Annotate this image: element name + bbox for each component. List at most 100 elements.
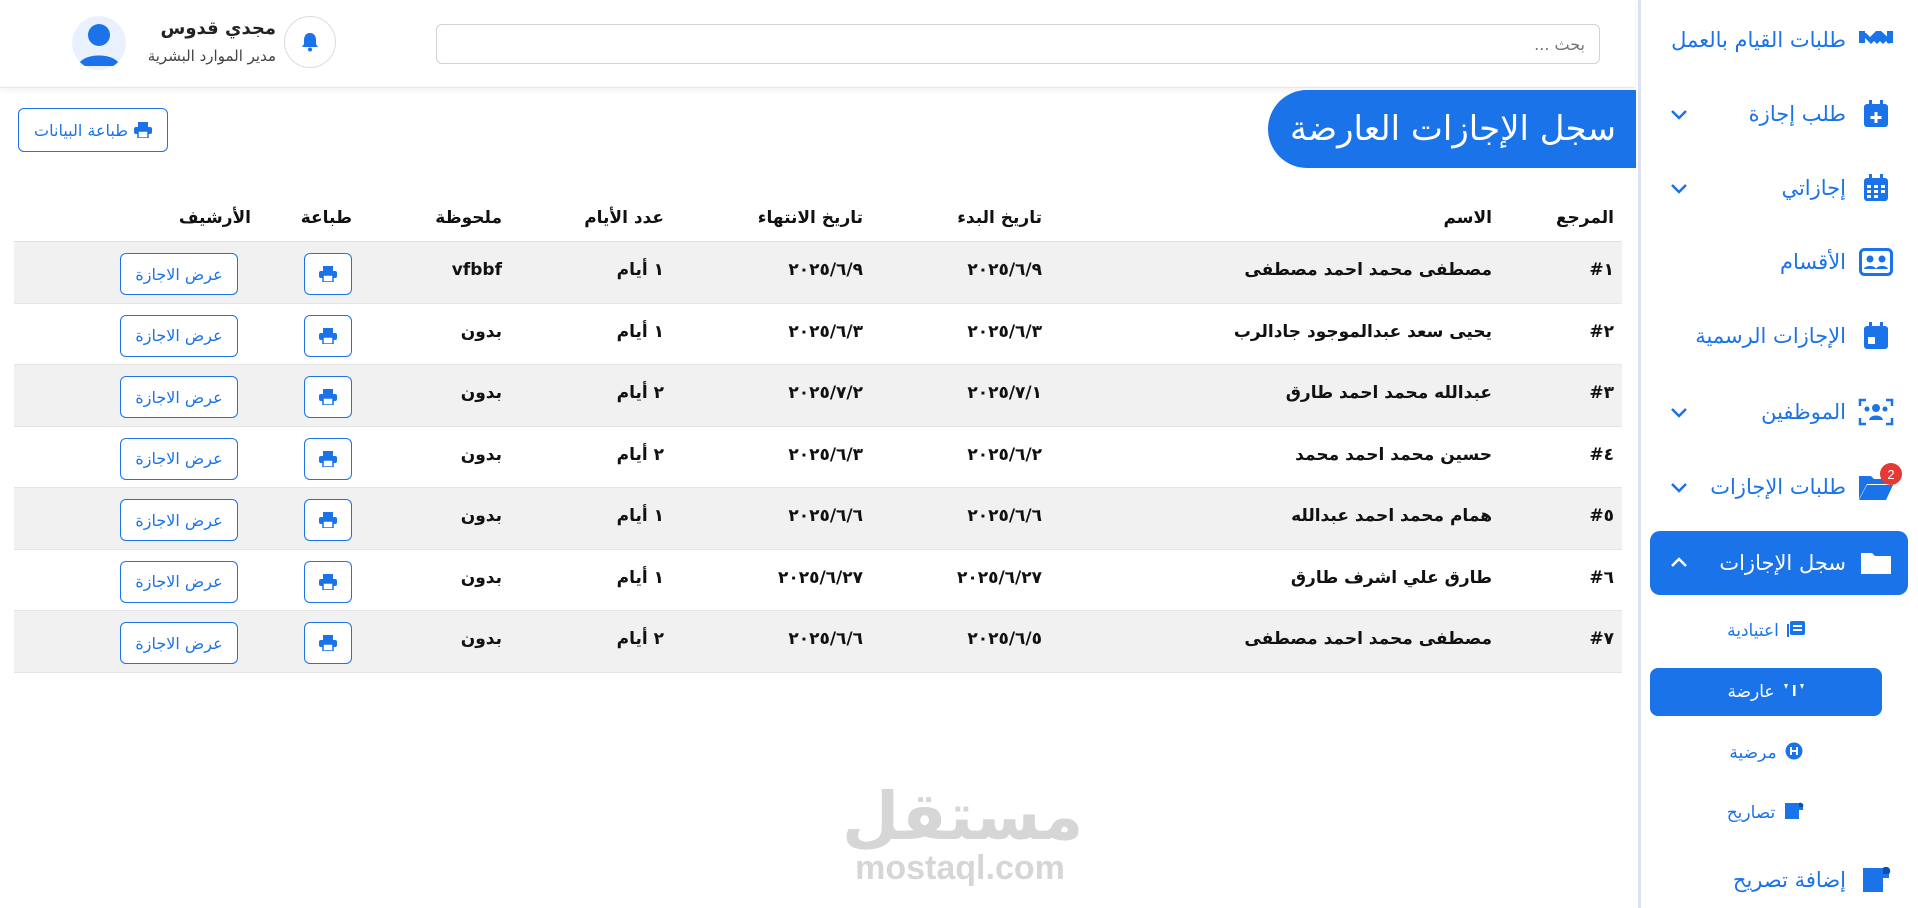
sidebar-item-label: سجل الإجازات	[1719, 551, 1846, 575]
view-leave-button[interactable]: عرض الاجازة	[120, 560, 238, 603]
users-card-icon	[1856, 242, 1896, 282]
cell-note: بدون	[460, 629, 502, 649]
printer-icon	[319, 573, 337, 590]
cell-end-date: ٢٠٢٥/٦/٦	[788, 629, 863, 649]
cell-note: بدون	[460, 444, 502, 465]
table-row: #٦ طارق علي اشرف طارق ٢٠٢٥/٦/٢٧ ٢٠٢٥/٦/٢٧ ١ …	[14, 550, 1622, 611]
print-data-label: طباعة البيانات	[34, 120, 128, 140]
print-row-button[interactable]	[304, 376, 352, 418]
cell-ref: #٥	[1589, 506, 1614, 526]
notification-badge: 2	[1880, 463, 1902, 485]
sidebar-item-leave-log[interactable]: سجل الإجازات	[1650, 531, 1908, 595]
sub-item-label: اعتيادية	[1727, 621, 1779, 641]
cell-start-date: ٢٠٢٥/٦/٩	[967, 260, 1042, 280]
header-start: تاريخ البدء	[957, 208, 1042, 228]
cell-end-date: ٢٠٢٥/٦/٩	[788, 260, 863, 280]
cell-name: همام محمد احمد عبدالله	[1291, 506, 1492, 526]
cell-end-date: ٢٠٢٥/٦/٣	[788, 444, 863, 465]
chevron-down-icon	[1671, 110, 1687, 120]
cell-ref: #١	[1589, 260, 1614, 280]
header-archive: الأرشيف	[178, 208, 251, 228]
sidebar-item-leave-request[interactable]: طلب إجازة	[1650, 82, 1908, 146]
cell-name: طارق علي اشرف طارق	[1290, 567, 1492, 588]
hospital-icon	[1785, 742, 1803, 764]
printer-icon	[133, 122, 152, 138]
topbar: مجدي قدوس مدير الموارد البشرية	[0, 0, 1635, 88]
sidebar-item-official-holidays[interactable]: الإجازات الرسمية	[1650, 304, 1908, 368]
header-end: تاريخ الانتهاء	[757, 208, 863, 228]
print-row-button[interactable]	[304, 499, 352, 541]
sidebar-item-label: طلبات الإجازات	[1710, 475, 1846, 499]
notifications-button[interactable]	[284, 16, 336, 68]
cell-name: مصطفى محمد احمد مصطفى	[1244, 260, 1492, 280]
ticket-plus-icon	[1856, 860, 1896, 900]
watermark: مستقل mostaql.com	[842, 784, 1083, 887]
header-ref: المرجع	[1555, 208, 1614, 228]
sidebar-item-employees[interactable]: الموظفين	[1650, 380, 1908, 444]
avatar[interactable]	[72, 16, 126, 70]
sub-item-regular[interactable]: اعتيادية	[1650, 607, 1882, 655]
sidebar-item-label: إجازاتي	[1781, 176, 1846, 200]
cell-ref: #٦	[1589, 567, 1614, 588]
leave-log-table: المرجع الاسم تاريخ البدء تاريخ الانتهاء …	[14, 200, 1622, 673]
view-leave-button[interactable]: عرض الاجازة	[120, 499, 238, 541]
ticket-icon	[1783, 802, 1805, 824]
calendar-icon	[1856, 168, 1896, 208]
sub-item-casual[interactable]: عارضة	[1650, 668, 1882, 716]
print-row-button[interactable]	[304, 622, 352, 664]
sub-item-sick[interactable]: مرضية	[1650, 729, 1882, 777]
print-row-button[interactable]	[304, 437, 352, 480]
table-header: المرجع الاسم تاريخ البدء تاريخ الانتهاء …	[14, 200, 1622, 242]
cell-start-date: ٢٠٢٥/٦/٥	[967, 629, 1042, 649]
table-row: #١ مصطفى محمد احمد مصطفى ٢٠٢٥/٦/٩ ٢٠٢٥/٦/٩ ١…	[14, 242, 1622, 304]
table-row: #٤ حسين محمد احمد محمد ٢٠٢٥/٦/٢ ٢٠٢٥/٦/٣ ٢ أ…	[14, 427, 1622, 488]
folder-open-icon: 2	[1856, 463, 1902, 507]
cell-ref: #٤	[1589, 444, 1614, 465]
chevron-down-icon	[1671, 483, 1687, 493]
watermark-latin: mostaql.com	[855, 849, 1065, 887]
view-leave-button[interactable]: عرض الاجازة	[120, 376, 238, 418]
cell-ref: #٣	[1589, 383, 1614, 403]
cell-end-date: ٢٠٢٥/٧/٢	[788, 383, 863, 403]
cell-days: ١ أيام	[616, 321, 664, 342]
sidebar-item-label: الأقسام	[1780, 250, 1846, 274]
printer-icon	[319, 635, 337, 651]
table-row: #٧ مصطفى محمد احمد مصطفى ٢٠٢٥/٦/٥ ٢٠٢٥/٦/٦ ٢…	[14, 611, 1622, 673]
cell-note: vfbbf	[451, 260, 502, 280]
bell-icon	[302, 33, 318, 52]
printer-icon	[319, 327, 337, 344]
handshake-icon	[1856, 20, 1896, 60]
cell-note: بدون	[460, 567, 502, 588]
view-leave-button[interactable]: عرض الاجازة	[120, 253, 238, 295]
sidebar-item-work-requests[interactable]: طلبات القيام بالعمل	[1650, 8, 1908, 72]
print-row-button[interactable]	[304, 314, 352, 357]
cell-start-date: ٢٠٢٥/٦/٣	[967, 321, 1042, 342]
sub-item-permits[interactable]: تصاريح	[1650, 789, 1882, 837]
header-name: الاسم	[1443, 208, 1492, 228]
sidebar: طلبات القيام بالعمل طلب إجازة إجازاتي ال…	[1638, 0, 1918, 908]
sidebar-item-my-leaves[interactable]: إجازاتي	[1650, 156, 1908, 220]
sidebar-item-leave-requests[interactable]: 2 طلبات الإجازات	[1650, 455, 1908, 519]
table-row: #٣ عبدالله محمد احمد طارق ٢٠٢٥/٧/١ ٢٠٢٥/٧/٢…	[14, 365, 1622, 427]
cell-end-date: ٢٠٢٥/٦/٢٧	[777, 567, 863, 588]
sub-item-label: عارضة	[1727, 682, 1775, 702]
view-leave-button[interactable]: عرض الاجازة	[120, 622, 238, 664]
page-title: سجل الإجازات العارضة	[1290, 109, 1616, 149]
user-avatar-icon	[72, 16, 126, 70]
view-leave-button[interactable]: عرض الاجازة	[120, 314, 238, 357]
search-input[interactable]	[436, 24, 1600, 64]
cell-ref: #٢	[1589, 321, 1614, 342]
cell-name: حسين محمد احمد محمد	[1295, 444, 1492, 465]
calendar-day-icon	[1856, 316, 1896, 356]
print-row-button[interactable]	[304, 253, 352, 295]
sidebar-item-label: الإجازات الرسمية	[1695, 324, 1846, 348]
sidebar-item-label: طلب إجازة	[1748, 102, 1846, 126]
sidebar-item-add-permit[interactable]: إضافة تصريح	[1650, 848, 1908, 908]
table-row: #٢ يحيى سعد عبدالموجود جادالرب ٢٠٢٥/٦/٣ ٢٠٢…	[14, 304, 1622, 365]
view-leave-button[interactable]: عرض الاجازة	[120, 437, 238, 480]
sidebar-item-departments[interactable]: الأقسام	[1650, 230, 1908, 294]
sidebar-item-label: إضافة تصريح	[1732, 868, 1846, 892]
print-row-button[interactable]	[304, 560, 352, 603]
print-data-button[interactable]: طباعة البيانات	[18, 108, 168, 152]
cell-start-date: ٢٠٢٥/٦/٢٧	[956, 567, 1042, 588]
